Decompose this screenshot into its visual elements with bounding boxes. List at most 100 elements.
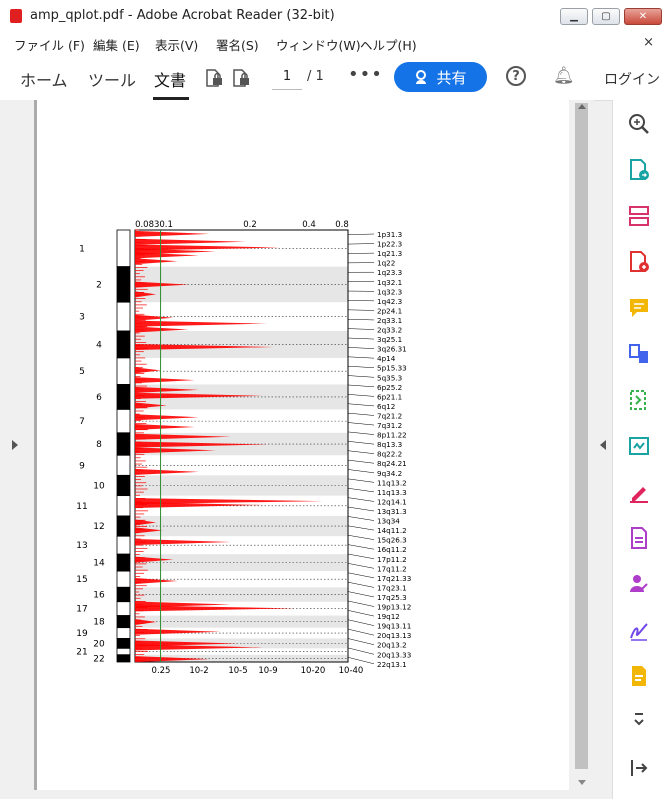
ideogram-segment — [116, 615, 131, 629]
edit-pdf-icon[interactable] — [627, 480, 651, 504]
cytoband-leader-line — [347, 347, 375, 349]
request-signature-icon[interactable] — [627, 526, 651, 550]
menu-file[interactable]: ファイル (F) — [14, 35, 85, 54]
chromosome-label: 2 — [96, 280, 102, 290]
scroll-up-icon[interactable] — [578, 104, 586, 109]
window-title: amp_qplot.pdf - Adobe Acrobat Reader (32… — [30, 8, 335, 23]
ideogram-segment — [116, 432, 131, 456]
collapse-right-panel-icon[interactable] — [600, 440, 606, 450]
cytoband-leader-line — [347, 422, 375, 426]
close-document-icon[interactable]: × — [643, 35, 654, 50]
ideogram-segment — [116, 647, 131, 656]
login-button[interactable]: ログイン — [604, 69, 660, 89]
cytoband-label: 20q13.2 — [377, 641, 407, 650]
amplification-peak — [135, 314, 174, 321]
scroll-down-icon[interactable] — [578, 780, 586, 785]
notification-bell-icon[interactable]: 🔔︎ — [553, 66, 575, 86]
compress-pdf-icon[interactable] — [627, 388, 651, 412]
minimize-button[interactable]: ▁ — [560, 8, 588, 25]
cytoband-leader-line — [347, 394, 375, 397]
cytoband-label: 7q31.2 — [377, 421, 402, 430]
cytoband-leader-line — [347, 412, 375, 416]
amplification-peak — [135, 377, 195, 384]
menu-edit[interactable]: 編集 (E) — [93, 35, 140, 54]
chromosome-label: 9 — [79, 461, 85, 471]
page-total: / 1 — [307, 69, 324, 84]
create-pdf-icon[interactable] — [627, 250, 651, 274]
bottom-axis-tick-label: 10-40 — [339, 666, 364, 676]
ideogram-segment — [116, 330, 131, 359]
amplification-peak — [135, 539, 231, 546]
cytoband-leader-line — [347, 591, 375, 598]
cytoband-leader-line — [347, 563, 375, 569]
close-window-button[interactable]: ✕ — [624, 8, 662, 25]
cytoband-label: 17q25.3 — [377, 593, 407, 602]
cytoband-label: 11q13.3 — [377, 488, 407, 497]
maximize-button[interactable]: ▢ — [592, 8, 620, 25]
send-for-signature-icon[interactable] — [627, 572, 651, 596]
scrollbar-thumb[interactable] — [575, 103, 588, 769]
cytoband-leader-line — [347, 488, 375, 493]
combine-files-icon[interactable] — [627, 342, 651, 366]
tab-document[interactable]: 文書 — [154, 67, 186, 91]
cytoband-leader-line — [347, 384, 375, 388]
secure-file-icon[interactable] — [231, 68, 251, 88]
cytoband-label: 8q22.2 — [377, 450, 402, 459]
cytoband-leader-line — [347, 628, 375, 636]
chromosome-label: 7 — [79, 417, 85, 427]
top-axis-tick-label: 0.2 — [243, 220, 257, 230]
menu-window[interactable]: ウィンドウ(W) — [276, 35, 361, 54]
comment-icon[interactable] — [627, 296, 651, 320]
sign-pen-icon[interactable] — [627, 618, 651, 642]
protect-file-icon[interactable] — [204, 68, 224, 88]
cytoband-label: 2q33.2 — [377, 326, 402, 335]
tools-pane — [612, 100, 668, 799]
ideogram-segment — [116, 384, 131, 410]
expand-left-panel-icon[interactable] — [12, 440, 18, 450]
cytoband-leader-line — [347, 657, 375, 665]
menu-view[interactable]: 表示(V) — [155, 35, 198, 54]
tab-home[interactable]: ホーム — [20, 67, 68, 91]
organize-pages-icon[interactable] — [627, 204, 651, 228]
export-pdf-icon[interactable] — [627, 158, 651, 182]
help-icon[interactable]: ? — [506, 66, 526, 86]
cytoband-leader-line — [347, 600, 375, 607]
cytoband-label: 6p25.2 — [377, 383, 402, 392]
share-button[interactable]: 共有 — [394, 62, 487, 92]
amplification-peak — [135, 605, 295, 612]
ideogram-segment — [116, 654, 131, 663]
tab-tools[interactable]: ツール — [88, 67, 136, 91]
cytoband-leader-line — [347, 243, 375, 245]
cytoband-label: 20q13.13 — [377, 631, 411, 640]
more-options-icon[interactable]: ••• — [348, 64, 383, 85]
document-viewport[interactable]: 1 2 3 4 5 6 7 8 9 10 11 12 13 14 15 16 17 18 19 20 21 22 0.083… — [34, 100, 569, 790]
cytoband-leader-line — [347, 365, 375, 368]
cytoband-leader-line — [347, 469, 375, 474]
chromosome-label: 18 — [93, 618, 105, 628]
cytoband-leader-line — [347, 328, 375, 330]
cytoband-leader-line — [347, 441, 375, 445]
cytoband-label: 13q31.3 — [377, 507, 407, 516]
cytoband-leader-line — [347, 516, 375, 521]
cytoband-label: 1p22.3 — [377, 240, 402, 249]
protect-icon[interactable] — [627, 664, 651, 688]
menu-sign[interactable]: 署名(S) — [216, 35, 259, 54]
cytoband-label: 6q12 — [377, 402, 395, 411]
cytoband-leader-line — [347, 647, 375, 655]
pdf-page: 1 2 3 4 5 6 7 8 9 10 11 12 13 14 15 16 17 18 19 20 21 22 0.083… — [37, 100, 569, 790]
menu-bar: ファイル (F) 編集 (E) 表示(V) 署名(S) ウィンドウ(W) ヘルプ… — [0, 32, 668, 54]
page-number-input[interactable]: 1 — [272, 65, 302, 90]
amplification-peak — [135, 423, 195, 430]
cytoband-label: 19q12 — [377, 612, 400, 621]
cytoband-label: 2q33.1 — [377, 316, 402, 325]
ideogram-segment — [116, 515, 131, 537]
main-toolbar: ホーム ツール 文書 1 / 1 ••• 共有 ? 🔔︎ ログイン — [0, 54, 668, 101]
cytoband-leader-line — [347, 638, 375, 645]
collapse-panel-icon[interactable] — [627, 756, 651, 780]
zoom-search-icon[interactable] — [627, 112, 651, 136]
cytoband-leader-line — [347, 581, 375, 588]
menu-help[interactable]: ヘルプ(H) — [360, 35, 417, 54]
more-tools-icon[interactable] — [627, 710, 651, 734]
fill-sign-icon[interactable] — [627, 434, 651, 458]
chromosome-label: 6 — [96, 393, 102, 403]
